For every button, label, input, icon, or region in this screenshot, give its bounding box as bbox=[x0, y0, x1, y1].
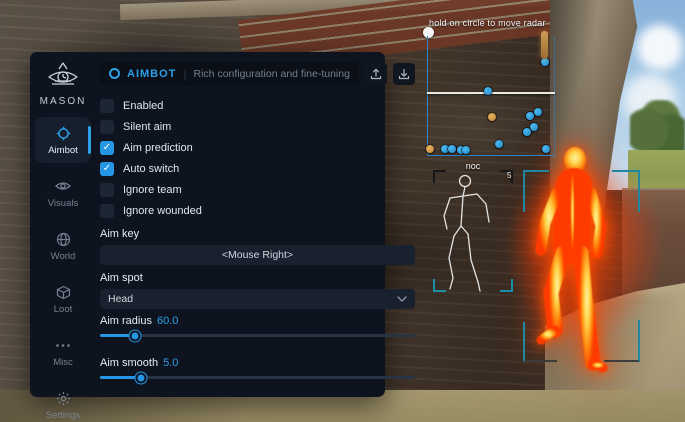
aim-radius-row: Aim radius 60.0 bbox=[100, 315, 415, 351]
export-config-button[interactable] bbox=[393, 63, 415, 85]
slider-thumb[interactable] bbox=[135, 372, 146, 383]
radar-drag-handle[interactable] bbox=[423, 27, 434, 38]
aim-smooth-value: 5.0 bbox=[163, 357, 178, 369]
aim-smooth-label: Aim smooth bbox=[100, 357, 158, 369]
eye-icon bbox=[55, 178, 71, 194]
checkbox-ignore-team[interactable]: ✓ Ignore team bbox=[100, 179, 415, 200]
aim-spot-select[interactable]: Head bbox=[100, 289, 415, 309]
sidebar: MASON Aimbot Visuals bbox=[30, 52, 96, 397]
checkbox-auto-switch[interactable]: ✓ Auto switch bbox=[100, 158, 415, 179]
ellipsis-icon bbox=[55, 337, 71, 353]
checkbox-aim-prediction[interactable]: ✓ Aim prediction bbox=[100, 137, 415, 158]
sidebar-item-label: Visuals bbox=[48, 198, 78, 209]
checkbox-label: Silent aim bbox=[123, 121, 171, 133]
aim-smooth-slider[interactable] bbox=[100, 376, 415, 379]
chevron-down-icon bbox=[397, 293, 407, 305]
cheat-menu-panel: MASON Aimbot Visuals bbox=[30, 52, 385, 397]
sidebar-item-label: World bbox=[51, 251, 76, 262]
checkbox-label: Ignore wounded bbox=[123, 205, 202, 217]
sidebar-item-loot[interactable]: Loot bbox=[35, 276, 91, 322]
checkbox-box[interactable]: ✓ bbox=[100, 141, 114, 155]
checkbox-box[interactable]: ✓ bbox=[100, 99, 114, 113]
aim-spot-value: Head bbox=[108, 293, 397, 305]
brand-logo: MASON bbox=[40, 62, 87, 107]
sidebar-item-label: Aimbot bbox=[48, 145, 78, 156]
checkbox-enabled[interactable]: ✓ Enabled bbox=[100, 95, 415, 116]
sidebar-item-misc[interactable]: Misc bbox=[35, 329, 91, 375]
download-icon bbox=[398, 68, 410, 80]
checkbox-box[interactable]: ✓ bbox=[100, 204, 114, 218]
page-subtitle: Rich configuration and fine-tuning bbox=[194, 68, 350, 80]
sidebar-item-world[interactable]: World bbox=[35, 223, 91, 269]
sidebar-item-label: Settings bbox=[46, 410, 80, 421]
glowing-player-model bbox=[505, 138, 645, 373]
reticle-ring-icon bbox=[109, 68, 120, 79]
sidebar-item-visuals[interactable]: Visuals bbox=[35, 170, 91, 216]
checkbox-ignore-wounded[interactable]: ✓ Ignore wounded bbox=[100, 200, 415, 221]
aimbot-tab-content: AIMBOT | Rich configuration and fine-tun… bbox=[96, 52, 427, 397]
aim-key-button[interactable]: <Mouse Right> bbox=[100, 245, 415, 265]
mason-eye-logo bbox=[46, 62, 80, 92]
sidebar-item-aimbot[interactable]: Aimbot bbox=[35, 117, 91, 163]
header-bar: AIMBOT | Rich configuration and fine-tun… bbox=[100, 62, 359, 85]
checkbox-box[interactable]: ✓ bbox=[100, 162, 114, 176]
aim-radius-slider[interactable] bbox=[100, 334, 415, 337]
slider-thumb[interactable] bbox=[129, 330, 140, 341]
globe-icon bbox=[55, 231, 71, 247]
brand-name: MASON bbox=[40, 96, 87, 107]
aim-key-label: Aim key bbox=[100, 228, 415, 240]
loot-box-icon bbox=[55, 284, 71, 300]
aim-radius-value: 60.0 bbox=[157, 315, 178, 327]
header-divider: | bbox=[183, 67, 186, 81]
cloud bbox=[630, 20, 685, 75]
crosshair-icon bbox=[55, 125, 71, 141]
checkbox-label: Aim prediction bbox=[123, 142, 193, 154]
gear-icon bbox=[55, 390, 71, 406]
aim-smooth-row: Aim smooth 5.0 bbox=[100, 357, 415, 393]
sidebar-item-label: Misc bbox=[53, 357, 73, 368]
checkbox-box[interactable]: ✓ bbox=[100, 120, 114, 134]
sidebar-item-label: Loot bbox=[54, 304, 73, 315]
page-title: AIMBOT bbox=[127, 68, 176, 80]
checkbox-silent-aim[interactable]: ✓ Silent aim bbox=[100, 116, 415, 137]
active-tab-indicator bbox=[88, 126, 91, 154]
checkbox-label: Ignore team bbox=[123, 184, 182, 196]
check-icon: ✓ bbox=[103, 164, 111, 174]
aim-radius-label: Aim radius bbox=[100, 315, 152, 327]
upload-icon bbox=[370, 68, 382, 80]
game-screen: hold on circle to move radar noc 5 bbox=[0, 0, 685, 422]
checkbox-box[interactable]: ✓ bbox=[100, 183, 114, 197]
sidebar-item-settings[interactable]: Settings bbox=[35, 382, 91, 422]
import-config-button[interactable] bbox=[365, 63, 387, 85]
checkbox-label: Enabled bbox=[123, 100, 163, 112]
checkbox-label: Auto switch bbox=[123, 163, 179, 175]
panel-header: AIMBOT | Rich configuration and fine-tun… bbox=[100, 62, 415, 85]
aim-spot-label: Aim spot bbox=[100, 272, 415, 284]
aim-key-value: <Mouse Right> bbox=[222, 249, 293, 261]
check-icon: ✓ bbox=[103, 143, 111, 153]
